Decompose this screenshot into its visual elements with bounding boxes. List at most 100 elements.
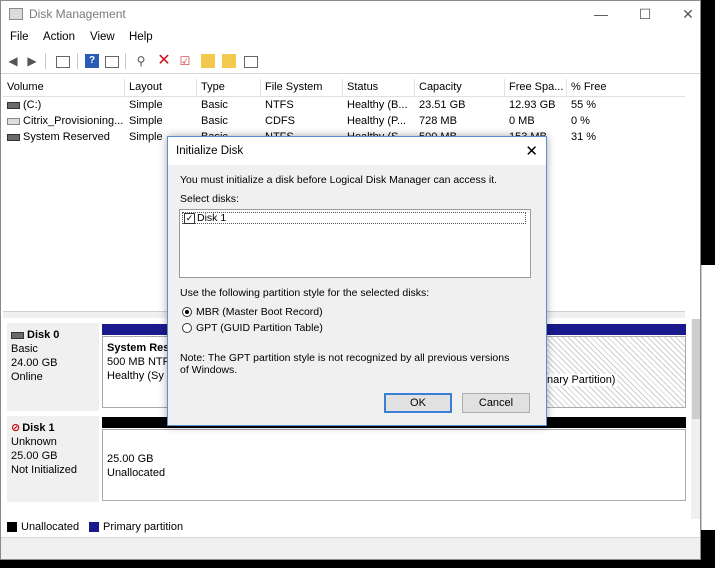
menu-help[interactable]: Help [129,31,153,43]
legend: Unallocated Primary partition [5,519,695,537]
disk-icon [11,331,24,339]
disk0-title: Disk 0 [11,328,99,342]
status-bar [1,537,700,559]
menu-view[interactable]: View [90,31,115,43]
app-icon [9,8,23,20]
disk1-type: Unknown [11,436,57,448]
col-free-space[interactable]: Free Spa... [505,79,567,96]
dialog-intro: You must initialize a disk before Logica… [180,174,498,186]
maximize-button[interactable]: ☐ [622,1,668,27]
unallocated-swatch [7,522,17,532]
cd-drive-icon [7,117,20,125]
partition-size: 500 MB NTF [107,356,170,368]
connect-icon[interactable]: ⚲ [134,54,148,68]
pct-free-cell: 0 % [571,115,590,127]
dialog-close-icon[interactable]: ✕ [525,142,538,160]
check-icon[interactable]: ☑ [178,54,192,68]
volume-name: System Reserved [23,131,110,143]
col-percent-free[interactable]: % Free [567,79,685,96]
disk-list-icon[interactable] [56,56,70,68]
dialog-title-bar: Initialize Disk ✕ [168,137,546,165]
menu-action[interactable]: Action [43,31,75,43]
initialize-disk-dialog: Initialize Disk ✕ You must initialize a … [167,136,547,426]
select-disks-label: Select disks: [180,193,239,205]
list-item[interactable]: ✓ Disk 1 [182,212,526,224]
gpt-radio[interactable] [182,323,192,333]
close-button[interactable]: ✕ [665,1,700,27]
partition-style-label: Use the following partition style for th… [180,287,430,299]
col-status[interactable]: Status [343,79,415,96]
toolbar-separator [45,53,46,69]
toolbar-separator [125,53,126,69]
mbr-label[interactable]: MBR (Master Boot Record) [196,306,323,318]
menu-file[interactable]: File [10,31,29,43]
table-row[interactable]: Citrix_Provisioning... Simple Basic CDFS… [3,113,685,129]
disk0-label[interactable]: Disk 0 Basic 24.00 GB Online [7,323,99,411]
status-cell: Healthy (B... [347,99,408,111]
mbr-radio[interactable] [182,307,192,317]
legend-primary: Primary partition [103,521,184,533]
partition-name: System Res [107,342,170,354]
volume-list-header: Volume Layout Type File System Status Ca… [3,79,685,97]
primary-swatch [89,522,99,532]
pct-free-cell: 31 % [571,131,597,143]
disk1-status: Not Initialized [11,464,78,476]
toolbar: ◀ ▶ ? ⚲ ✕ ☑ [1,49,700,74]
table-row[interactable]: (C:) Simple Basic NTFS Healthy (B... 23.… [3,97,685,113]
gpt-note: Note: The GPT partition style is not rec… [180,352,510,376]
disk0-status: Online [11,371,43,383]
back-arrow-icon[interactable]: ◀ [6,54,20,68]
disk-listbox[interactable]: ✓ Disk 1 [179,209,531,278]
console-icon[interactable] [244,56,258,68]
help-icon[interactable]: ? [85,54,99,68]
type-cell: Basic [201,115,228,127]
col-volume[interactable]: Volume [3,79,125,96]
disk1-checkbox[interactable]: ✓ [184,213,195,224]
unallocated-label: Unallocated [107,467,166,479]
status-cell: Healthy (P... [347,115,407,127]
layout-cell: Simple [129,115,163,127]
type-cell: Basic [201,99,228,111]
disk0-type: Basic [11,343,38,355]
disk1-label[interactable]: ⊘ Disk 1 Unknown 25.00 GB Not Initialized [7,416,99,502]
background-window [701,265,715,530]
unallocated-size: 25.00 GB [107,453,154,465]
drive-icon [7,133,20,141]
free-cell: 0 MB [509,115,535,127]
col-layout[interactable]: Layout [125,79,197,96]
capacity-cell: 728 MB [419,115,457,127]
volume-name: (C:) [23,99,42,111]
minimize-button[interactable]: — [578,1,624,27]
col-type[interactable]: Type [197,79,261,96]
volume-cell: (C:) [3,97,129,113]
free-cell: 12.93 GB [509,99,556,111]
partition-system-reserved[interactable]: System Res 500 MB NTF Healthy (Sy [102,336,172,408]
toolbar-separator [77,53,78,69]
disk0-size: 24.00 GB [11,357,58,369]
fs-cell: NTFS [265,99,294,111]
pct-free-cell: 55 % [571,99,597,111]
ok-button[interactable]: OK [384,393,452,413]
partition-c-status: nary Partition) [545,374,618,386]
gpt-label[interactable]: GPT (GUID Partition Table) [196,322,323,334]
col-capacity[interactable]: Capacity [415,79,505,96]
open-folder-icon[interactable] [222,54,236,68]
properties-icon[interactable] [105,56,119,68]
drive-icon [7,101,20,109]
disk1-list-label: Disk 1 [197,212,227,224]
folder-icon[interactable] [201,54,215,68]
capacity-cell: 23.51 GB [419,99,466,111]
col-file-system[interactable]: File System [261,79,343,96]
delete-icon[interactable]: ✕ [157,53,171,69]
layout-cell: Simple [129,99,163,111]
volume-cell: Citrix_Provisioning... [3,113,129,129]
partition-unallocated[interactable]: 25.00 GB Unallocated [102,429,686,501]
volume-cell: System Reserved [3,129,129,145]
forward-arrow-icon[interactable]: ▶ [25,54,39,68]
graphical-view-scrollbar[interactable] [691,319,700,519]
window-title: Disk Management [29,7,126,21]
legend-unallocated: Unallocated [21,521,80,533]
scrollbar-thumb[interactable] [692,319,700,419]
cancel-button[interactable]: Cancel [462,393,530,413]
partition-status: Healthy (Sy [107,370,164,382]
